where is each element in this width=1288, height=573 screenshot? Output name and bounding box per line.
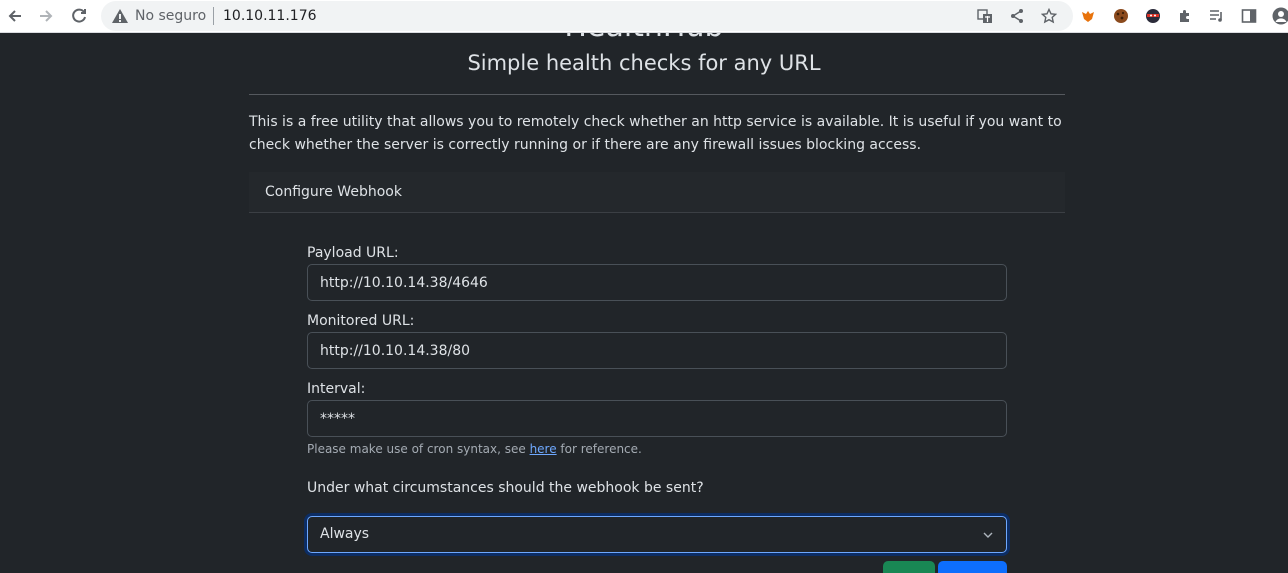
side-panel-icon[interactable] — [1238, 5, 1260, 27]
cron-reference-link[interactable]: here — [530, 442, 557, 456]
trigger-condition-label: Under what circumstances should the webh… — [307, 480, 704, 496]
forward-button[interactable] — [32, 2, 60, 30]
page-subtitle: Simple health checks for any URL — [467, 51, 821, 75]
page-content: HealthHub Simple health checks for any U… — [0, 33, 1288, 573]
page-title: HealthHub — [0, 33, 1288, 45]
arrow-left-icon — [8, 10, 21, 22]
back-button[interactable] — [1, 2, 29, 30]
address-bar[interactable]: No seguro 10.10.11.176 — [101, 1, 1073, 31]
page-description: This is a free utility that allows you t… — [249, 114, 1062, 153]
bookmark-star-icon[interactable] — [1038, 5, 1060, 27]
create-button[interactable] — [938, 561, 1007, 573]
omnibox-divider — [213, 7, 214, 25]
reload-icon — [72, 8, 86, 23]
header-divider — [249, 94, 1065, 95]
chevron-down-icon — [983, 532, 993, 538]
card-header: Configure Webhook — [249, 172, 1065, 213]
extension-fox-icon[interactable] — [1077, 5, 1099, 27]
share-icon[interactable] — [1006, 5, 1028, 27]
monitored-url-input[interactable] — [307, 332, 1007, 369]
media-list-icon[interactable] — [1206, 5, 1228, 27]
extension-cookie-icon[interactable] — [1110, 5, 1132, 27]
puzzle-icon[interactable] — [1174, 5, 1196, 27]
payload-url-input[interactable] — [307, 264, 1007, 301]
extension-ninja-icon[interactable] — [1142, 5, 1164, 27]
reload-button[interactable] — [65, 2, 93, 30]
browser-toolbar: No seguro 10.10.11.176 — [0, 0, 1288, 33]
payload-url-label: Payload URL: — [307, 245, 399, 261]
help-suffix: for reference. — [556, 442, 642, 456]
test-button[interactable] — [883, 561, 935, 573]
help-prefix: Please make use of cron syntax, see — [307, 442, 530, 456]
interval-input[interactable] — [307, 400, 1007, 437]
security-status-label[interactable]: No seguro — [135, 7, 206, 25]
monitored-url-label: Monitored URL: — [307, 313, 415, 329]
cron-help-text: Please make use of cron syntax, see here… — [307, 441, 642, 457]
card-header-title: Configure Webhook — [265, 184, 402, 200]
interval-label: Interval: — [307, 381, 366, 397]
select-value: Always — [320, 526, 370, 542]
translate-icon[interactable] — [974, 5, 996, 27]
profile-avatar-icon[interactable] — [1270, 5, 1288, 27]
warning-icon[interactable] — [111, 7, 129, 25]
trigger-condition-select[interactable]: Always — [307, 516, 1007, 553]
arrow-right-icon — [40, 10, 53, 22]
url-text[interactable]: 10.10.11.176 — [223, 7, 317, 25]
